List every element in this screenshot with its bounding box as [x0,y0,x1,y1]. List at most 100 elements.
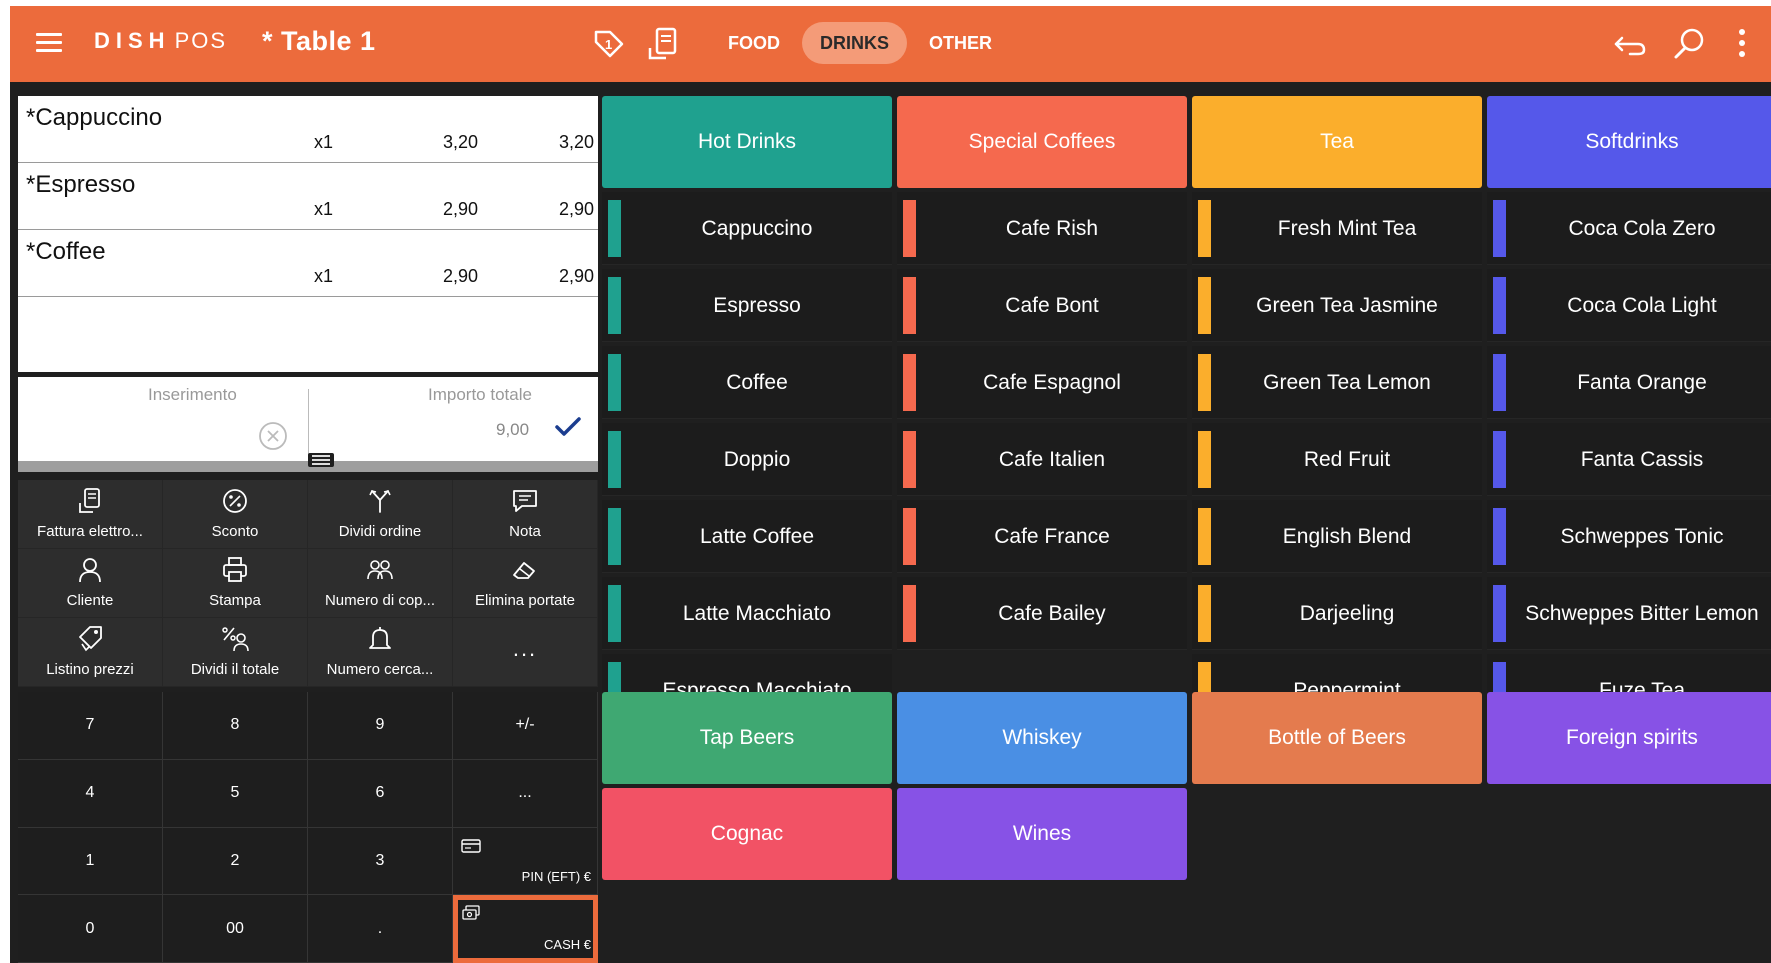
category-foreign-spirits[interactable]: Foreign spirits [1487,692,1771,784]
category-color-bar [903,585,916,642]
category-tap-beers[interactable]: Tap Beers [602,692,892,784]
category-cognac[interactable]: Cognac [602,788,892,880]
product-button[interactable]: Doppio [602,423,892,496]
category-whiskey[interactable]: Whiskey [897,692,1187,784]
key-plus-minus[interactable]: +/- [453,692,598,760]
product-button[interactable]: Fanta Orange [1487,346,1771,419]
more-options-icon[interactable] [1732,24,1752,64]
key-decimal[interactable]: . [308,895,453,963]
product-button[interactable]: Espresso Macchiato [602,654,892,696]
product-label: Fanta Orange [1577,371,1707,394]
pay-cash-button[interactable]: CASH € [453,895,598,963]
key-ellipsis[interactable]: ... [453,759,598,828]
tab-drinks[interactable]: DRINKS [802,22,908,64]
key-4[interactable]: 4 [18,759,163,828]
product-button[interactable]: Cappuccino [602,192,892,265]
checkmark-icon[interactable] [553,415,583,439]
category-color-bar [1198,431,1211,488]
key-0[interactable]: 0 [18,895,163,963]
product-label: English Blend [1282,525,1412,548]
product-button[interactable]: Red Fruit [1192,423,1482,496]
product-button[interactable]: Green Tea Lemon [1192,346,1482,419]
product-button[interactable]: Coca Cola Zero [1487,192,1771,265]
action-delete-courses[interactable]: Elimina portate [453,549,598,618]
tag-badge-icon[interactable]: 1 [588,24,628,64]
action-label: Dividi il totale [190,661,280,678]
key-6[interactable]: 6 [308,759,453,828]
product-button[interactable]: Cafe Rish [897,192,1187,265]
order-row[interactable]: *Espresso x1 2,90 2,90 [18,163,598,230]
printer-icon [223,557,247,582]
numeric-keypad: 7 8 9 +/- 4 5 6 ... 1 2 3 PIN (EFT) € 0 … [18,692,598,963]
key-5[interactable]: 5 [163,759,308,828]
pay-pin-button[interactable]: PIN (EFT) € [453,827,598,896]
hamburger-menu-icon[interactable] [36,33,62,53]
category-header[interactable]: Hot Drinks [602,96,892,188]
action-pager-number[interactable]: Numero cerca... [308,618,453,687]
back-arrow-icon[interactable] [1610,24,1650,64]
table-title[interactable]: * Table 1 [262,26,376,57]
product-button[interactable]: Cafe France [897,500,1187,573]
product-button[interactable]: Cafe Bont [897,269,1187,342]
product-button[interactable]: Peppermint [1192,654,1482,696]
search-icon[interactable] [1670,24,1710,64]
action-split-total[interactable]: Dividi il totale [163,618,308,687]
product-button[interactable]: Coca Cola Light [1487,269,1771,342]
drag-grip-icon[interactable] [308,453,334,467]
product-button[interactable]: Cafe Bailey [897,577,1187,650]
tab-food[interactable]: FOOD [710,22,798,64]
receipt-icon[interactable] [644,24,684,64]
key-1[interactable]: 1 [18,827,163,896]
key-7[interactable]: 7 [18,692,163,760]
product-button[interactable]: Green Tea Jasmine [1192,269,1482,342]
product-button[interactable]: Fanta Cassis [1487,423,1771,496]
product-button[interactable]: Cafe Espagnol [897,346,1187,419]
order-item-price: 2,90 [442,266,478,286]
key-8[interactable]: 8 [163,692,308,760]
product-button[interactable]: Fresh Mint Tea [1192,192,1482,265]
product-button[interactable]: Latte Coffee [602,500,892,573]
category-tabs: FOOD DRINKS OTHER [710,22,1010,64]
product-grid: Hot Drinks Cappuccino Espresso Coffee Doppio… [602,96,1771,696]
order-item-price: 2,90 [442,199,478,219]
category-header[interactable]: Special Coffees [897,96,1187,188]
product-button[interactable]: Darjeeling [1192,577,1482,650]
total-amount-label: Importo totale [428,385,532,404]
category-color-bar [1198,354,1211,411]
product-button[interactable]: Cafe Italien [897,423,1187,496]
product-button[interactable]: Coffee [602,346,892,419]
action-discount[interactable]: Sconto [163,480,308,549]
action-customer[interactable]: Cliente [18,549,163,618]
action-price-list[interactable]: Listino prezzi [18,618,163,687]
order-row[interactable]: *Coffee x1 2,90 2,90 [18,230,598,297]
category-color-bar [903,431,916,488]
action-split-order[interactable]: Dividi ordine [308,480,453,549]
action-note[interactable]: Nota [453,480,598,549]
key-9[interactable]: 9 [308,692,453,760]
category-color-bar [608,431,621,488]
action-print[interactable]: Stampa [163,549,308,618]
panel-resize-handle[interactable] [18,453,598,472]
category-wines[interactable]: Wines [897,788,1187,880]
tab-other[interactable]: OTHER [911,22,1010,64]
clear-input-icon[interactable] [258,421,288,451]
action-electronic-invoice[interactable]: Fattura elettro... [18,480,163,549]
category-header[interactable]: Softdrinks [1487,96,1771,188]
product-button[interactable]: Schweppes Tonic [1487,500,1771,573]
category-bottle-of-beers[interactable]: Bottle of Beers [1192,692,1482,784]
more-icon: ... [512,636,538,661]
action-guests[interactable]: Numero di cop... [308,549,453,618]
category-header[interactable]: Tea [1192,96,1482,188]
product-button[interactable]: Schweppes Bitter Lemon [1487,577,1771,650]
product-button[interactable]: Latte Macchiato [602,577,892,650]
key-3[interactable]: 3 [308,827,453,896]
product-button[interactable]: Fuze Tea [1487,654,1771,696]
order-row[interactable]: *Cappuccino x1 3,20 3,20 [18,96,598,163]
product-button[interactable]: English Blend [1192,500,1482,573]
order-item-name: *Espresso [26,171,136,198]
key-2[interactable]: 2 [163,827,308,896]
action-more[interactable]: ... [453,618,598,687]
product-label: Darjeeling [1299,602,1395,625]
product-button[interactable]: Espresso [602,269,892,342]
key-00[interactable]: 00 [163,895,308,963]
